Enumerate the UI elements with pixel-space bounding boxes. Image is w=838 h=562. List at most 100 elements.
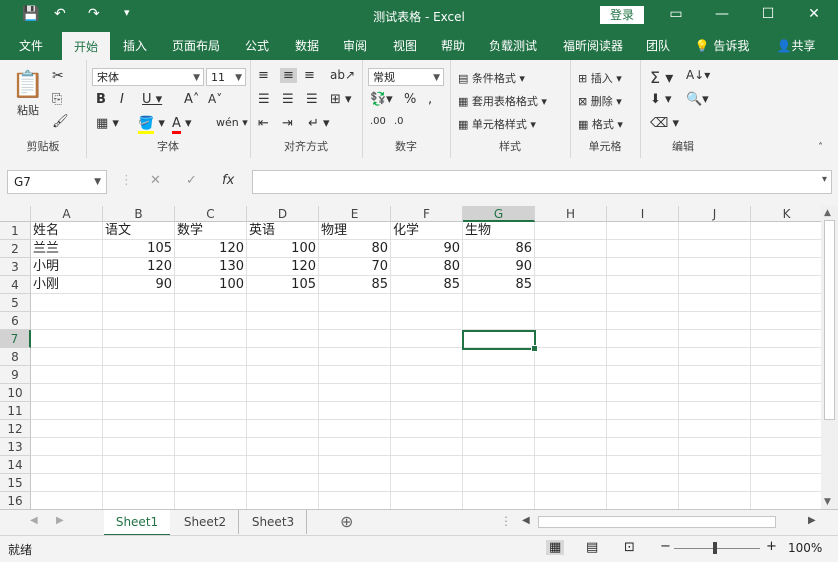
delete-cells-button[interactable]: ⊠ 删除 ▾ — [578, 93, 622, 109]
cell-e11[interactable] — [319, 402, 391, 420]
cell-e13[interactable] — [319, 438, 391, 456]
row-header-11[interactable]: 11 — [0, 402, 31, 420]
cell-h7[interactable] — [535, 330, 607, 348]
cell-f12[interactable] — [391, 420, 463, 438]
cell-b2[interactable]: 105 — [103, 240, 175, 258]
align-left-icon[interactable]: ☰ — [258, 92, 270, 107]
cell-e2[interactable]: 80 — [319, 240, 391, 258]
cell-c7[interactable] — [175, 330, 247, 348]
cell-a16[interactable] — [31, 492, 103, 509]
cell-d4[interactable]: 105 — [247, 276, 319, 294]
cell-i7[interactable] — [607, 330, 679, 348]
cell-d8[interactable] — [247, 348, 319, 366]
column-header-b[interactable]: B — [103, 206, 175, 222]
cell-e10[interactable] — [319, 384, 391, 402]
cell-g14[interactable] — [463, 456, 535, 474]
decrease-font-icon[interactable]: A˅ — [208, 92, 222, 106]
row-header-4[interactable]: 4 — [0, 276, 31, 294]
insert-function-icon[interactable]: fx — [222, 173, 234, 188]
cell-d1[interactable]: 英语 — [247, 222, 319, 240]
cell-a14[interactable] — [31, 456, 103, 474]
row-header-10[interactable]: 10 — [0, 384, 31, 402]
name-box[interactable]: G7 ▼ — [7, 170, 107, 194]
cell-c16[interactable] — [175, 492, 247, 509]
cell-i1[interactable] — [607, 222, 679, 240]
tab-load-test[interactable]: 负载测试 — [482, 32, 544, 60]
cell-j11[interactable] — [679, 402, 751, 420]
cell-g4[interactable]: 85 — [463, 276, 535, 294]
cell-j12[interactable] — [679, 420, 751, 438]
ribbon-display-options-button[interactable]: ▭ — [664, 6, 688, 22]
cell-k11[interactable] — [751, 402, 823, 420]
tab-insert[interactable]: 插入 — [112, 32, 158, 60]
scroll-up-icon[interactable]: ▲ — [824, 208, 831, 218]
clear-icon[interactable]: ⌫ ▾ — [650, 116, 679, 131]
zoom-slider[interactable] — [674, 548, 760, 549]
cell-e3[interactable]: 70 — [319, 258, 391, 276]
cell-b4[interactable]: 90 — [103, 276, 175, 294]
cell-g5[interactable] — [463, 294, 535, 312]
cell-j3[interactable] — [679, 258, 751, 276]
cell-f1[interactable]: 化学 — [391, 222, 463, 240]
cell-a4[interactable]: 小刚 — [31, 276, 103, 294]
cell-j14[interactable] — [679, 456, 751, 474]
cell-g3[interactable]: 90 — [463, 258, 535, 276]
cell-g13[interactable] — [463, 438, 535, 456]
cell-b5[interactable] — [103, 294, 175, 312]
cell-c12[interactable] — [175, 420, 247, 438]
cell-b12[interactable] — [103, 420, 175, 438]
cell-a12[interactable] — [31, 420, 103, 438]
cell-b16[interactable] — [103, 492, 175, 509]
row-header-13[interactable]: 13 — [0, 438, 31, 456]
paste-button[interactable]: 📋 粘贴 — [10, 68, 46, 124]
zoom-level[interactable]: 100% — [788, 541, 822, 555]
cell-i10[interactable] — [607, 384, 679, 402]
cell-e6[interactable] — [319, 312, 391, 330]
sheet-tab-sheet2[interactable]: Sheet2 — [172, 510, 239, 534]
zoom-out-icon[interactable]: − — [660, 539, 671, 554]
cell-h13[interactable] — [535, 438, 607, 456]
cell-f13[interactable] — [391, 438, 463, 456]
cell-c10[interactable] — [175, 384, 247, 402]
cell-i6[interactable] — [607, 312, 679, 330]
cell-a5[interactable] — [31, 294, 103, 312]
cut-icon[interactable]: ✂ — [52, 68, 64, 84]
cell-h2[interactable] — [535, 240, 607, 258]
cell-e1[interactable]: 物理 — [319, 222, 391, 240]
cell-d11[interactable] — [247, 402, 319, 420]
cell-f9[interactable] — [391, 366, 463, 384]
middle-align-icon[interactable]: ≡ — [280, 68, 297, 83]
cell-j10[interactable] — [679, 384, 751, 402]
insert-cells-button[interactable]: ⊞ 插入 ▾ — [578, 70, 622, 86]
cell-i3[interactable] — [607, 258, 679, 276]
comma-icon[interactable]: , — [428, 92, 432, 107]
cell-k5[interactable] — [751, 294, 823, 312]
decrease-indent-icon[interactable]: ⇤ — [258, 116, 269, 131]
column-header-g[interactable]: G — [463, 206, 535, 222]
column-header-j[interactable]: J — [679, 206, 751, 222]
increase-indent-icon[interactable]: ⇥ — [282, 116, 293, 131]
cell-f4[interactable]: 85 — [391, 276, 463, 294]
cell-f14[interactable] — [391, 456, 463, 474]
cell-b13[interactable] — [103, 438, 175, 456]
row-header-6[interactable]: 6 — [0, 312, 31, 330]
increase-font-icon[interactable]: A˄ — [184, 92, 199, 107]
cell-h6[interactable] — [535, 312, 607, 330]
find-select-icon[interactable]: 🔍▾ — [686, 92, 709, 107]
row-header-8[interactable]: 8 — [0, 348, 31, 366]
cell-a8[interactable] — [31, 348, 103, 366]
share-button[interactable]: 👤共享 — [768, 32, 824, 60]
cell-h12[interactable] — [535, 420, 607, 438]
cell-k10[interactable] — [751, 384, 823, 402]
cell-b9[interactable] — [103, 366, 175, 384]
cell-c4[interactable]: 100 — [175, 276, 247, 294]
cell-b15[interactable] — [103, 474, 175, 492]
column-header-h[interactable]: H — [535, 206, 607, 222]
cell-e9[interactable] — [319, 366, 391, 384]
fill-color-icon[interactable]: 🪣 ▾ — [138, 116, 165, 134]
cell-b11[interactable] — [103, 402, 175, 420]
cell-c15[interactable] — [175, 474, 247, 492]
cell-j1[interactable] — [679, 222, 751, 240]
cancel-entry-icon[interactable]: ✕ — [150, 173, 161, 188]
cell-c3[interactable]: 130 — [175, 258, 247, 276]
